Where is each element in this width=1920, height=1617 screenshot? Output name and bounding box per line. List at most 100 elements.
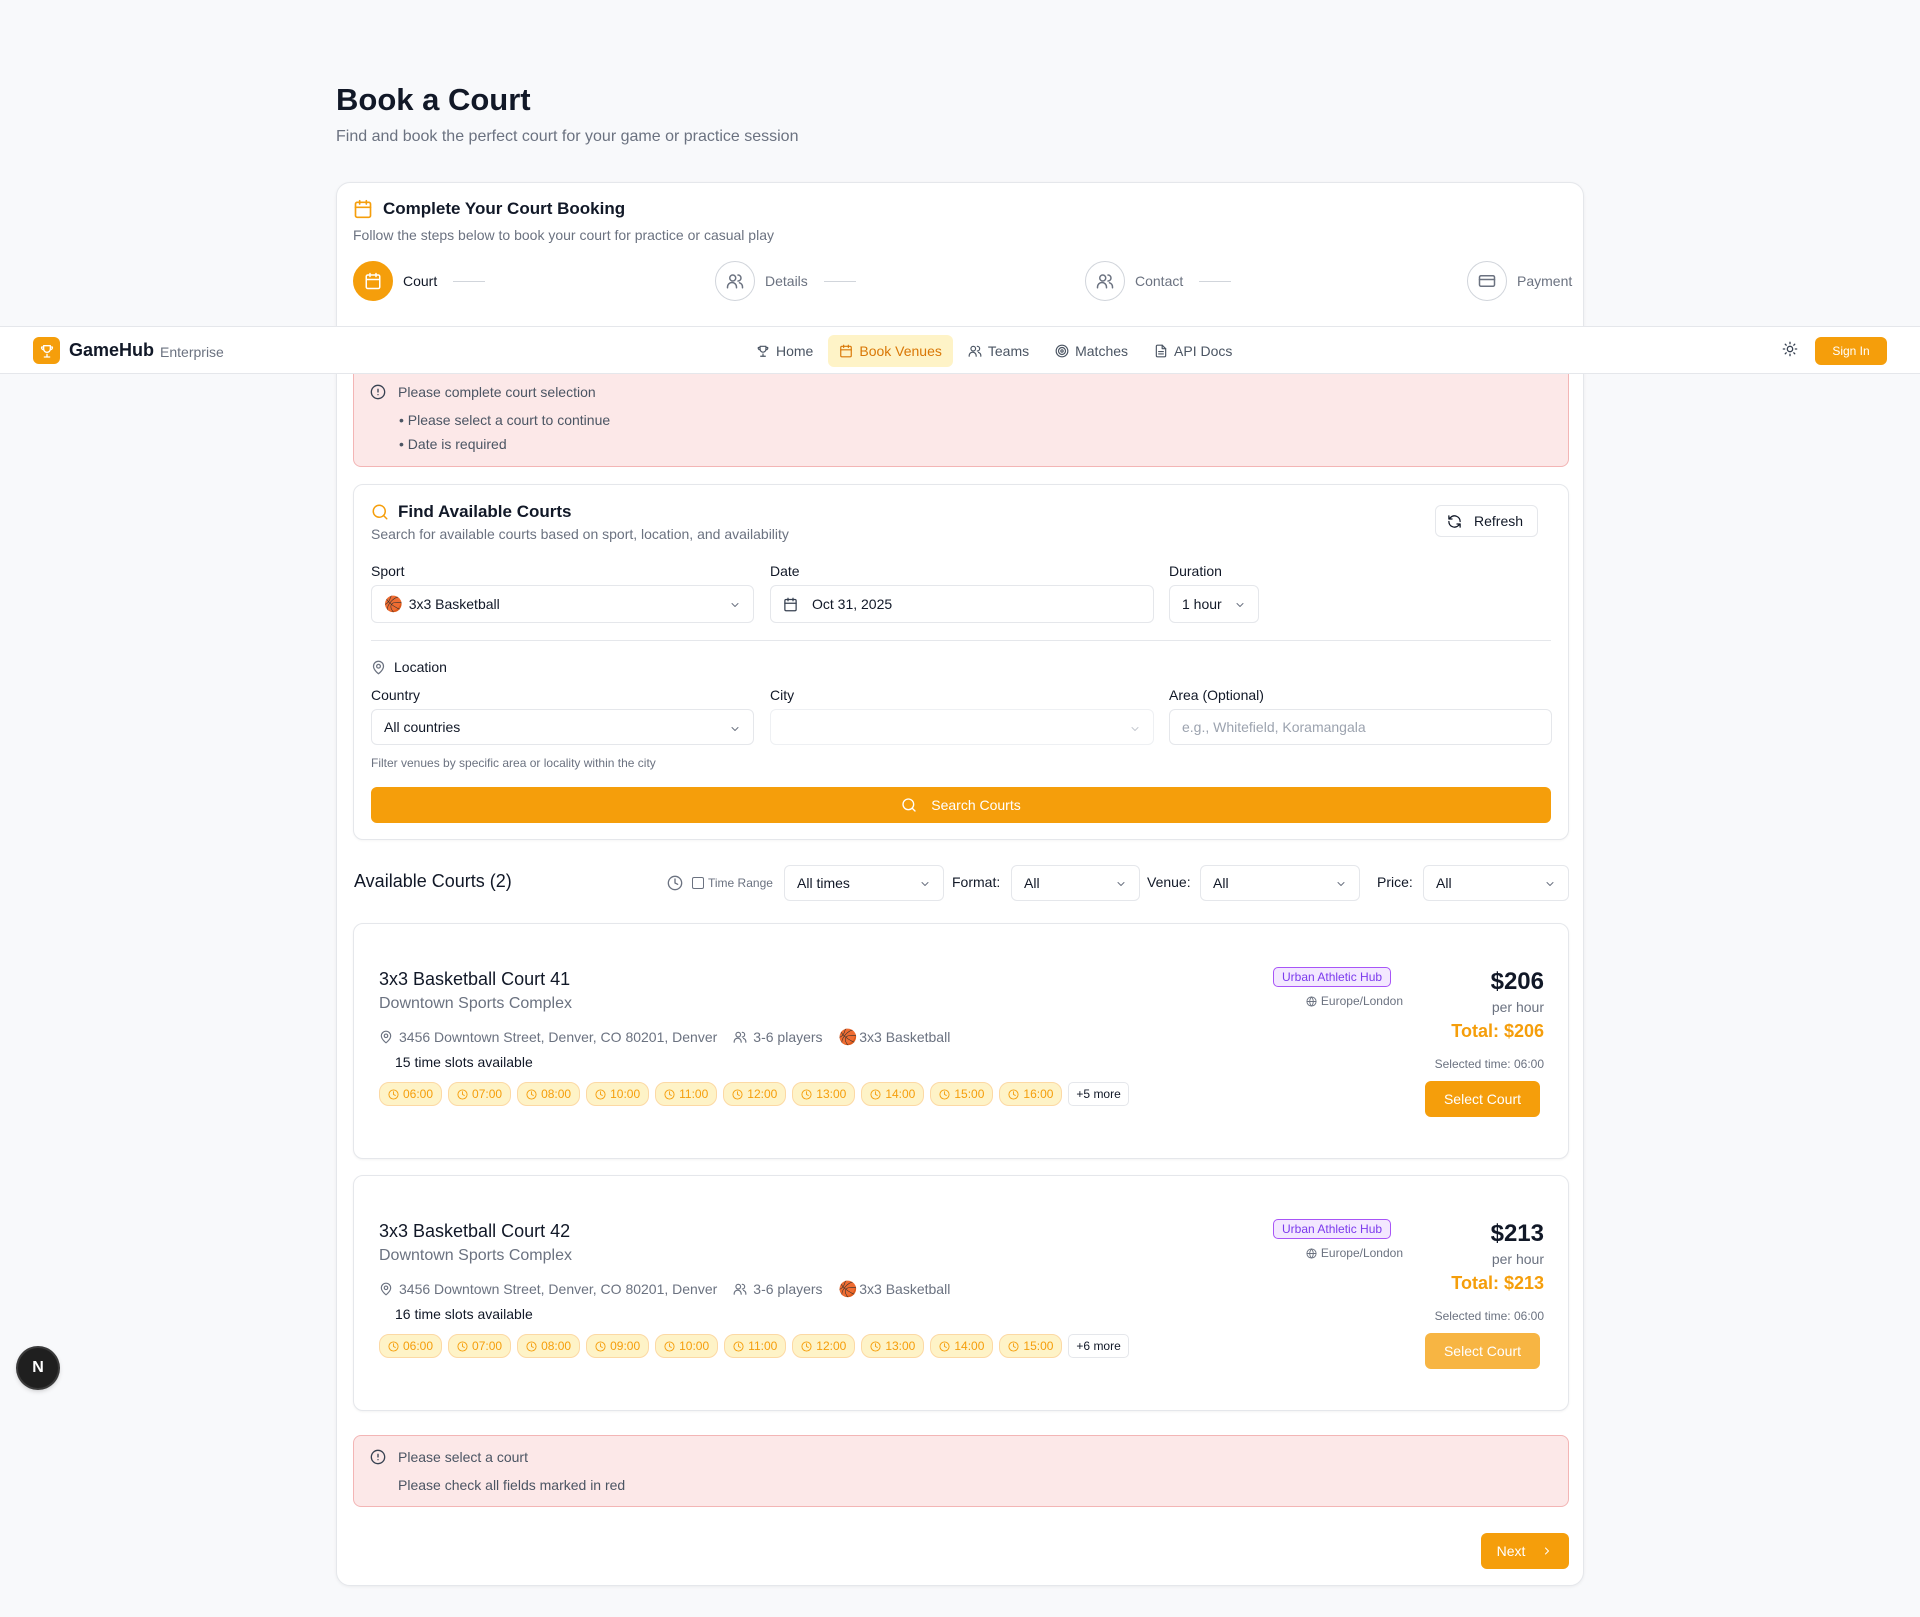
top-navbar: GameHub Enterprise Home Book Venues Team… <box>0 326 1920 374</box>
time-slot[interactable]: 16:00 <box>999 1082 1063 1106</box>
price-select[interactable]: All <box>1423 865 1569 901</box>
slot-time: 12:00 <box>816 1339 847 1353</box>
nav-home[interactable]: Home <box>745 335 824 367</box>
search-icon <box>901 797 917 813</box>
alert-item: • Date is required <box>399 436 507 452</box>
nav-teams[interactable]: Teams <box>957 335 1040 367</box>
court-players: 3-6 players <box>733 1281 823 1297</box>
court-name: 3x3 Basketball Court 41 <box>379 969 571 989</box>
clock-icon <box>801 1340 812 1352</box>
nav-label: Teams <box>987 343 1030 359</box>
step-contact[interactable]: Contact <box>1085 261 1232 301</box>
court-meta: 3456 Downtown Street, Denver, CO 80201, … <box>379 1280 966 1298</box>
next-button[interactable]: Next <box>1481 1533 1569 1569</box>
page-subtitle: Find and book the perfect court for your… <box>336 128 799 145</box>
find-courts-subtitle: Search for available courts based on spo… <box>371 526 789 542</box>
time-slot[interactable]: 11:00 <box>724 1334 787 1358</box>
slots-count: 15 time slots available <box>395 1054 533 1070</box>
time-slot[interactable]: 06:00 <box>379 1082 443 1106</box>
time-slot[interactable]: 09:00 <box>586 1334 650 1358</box>
selected-time: Selected time: 06:00 <box>1434 1309 1544 1323</box>
slot-time: 11:00 <box>679 1087 709 1101</box>
brand[interactable]: GameHub Enterprise <box>33 337 224 364</box>
city-select[interactable] <box>770 709 1154 745</box>
time-slot[interactable]: 07:00 <box>448 1334 512 1358</box>
nav-api-docs[interactable]: API Docs <box>1143 335 1243 367</box>
calendar-icon <box>353 199 373 219</box>
refresh-button[interactable]: Refresh <box>1435 505 1538 537</box>
venue-select[interactable]: All <box>1200 865 1360 901</box>
step-connector <box>453 280 486 282</box>
court-selection-alert: Please complete court selection • Please… <box>353 371 1569 467</box>
sport-select[interactable]: 🏀 3x3 Basketball <box>371 585 754 623</box>
time-slot[interactable]: 12:00 <box>723 1082 787 1106</box>
city-label: City <box>770 687 795 703</box>
clock-icon <box>388 1088 399 1100</box>
step-court[interactable]: Court <box>353 261 486 301</box>
slot-time: 11:00 <box>748 1339 778 1353</box>
more-slots-button[interactable]: +5 more <box>1068 1082 1129 1106</box>
time-range-checkbox[interactable] <box>692 877 704 889</box>
clock-icon <box>526 1088 537 1100</box>
sun-icon[interactable] <box>1782 341 1800 359</box>
court-price: $206 <box>1490 968 1544 995</box>
search-courts-button[interactable]: Search Courts <box>371 787 1551 823</box>
select-court-button[interactable]: Select Court <box>1425 1333 1540 1369</box>
users-icon <box>733 1282 747 1296</box>
time-slot[interactable]: 15:00 <box>999 1334 1063 1358</box>
nav-matches[interactable]: Matches <box>1044 335 1139 367</box>
sport-label: Sport <box>371 563 405 579</box>
time-slot[interactable]: 06:00 <box>379 1334 443 1358</box>
slot-time: 07:00 <box>472 1087 503 1101</box>
dev-tools-badge[interactable]: N <box>18 1348 58 1388</box>
venue-label: Venue: <box>1147 874 1191 890</box>
area-label: Area (Optional) <box>1169 687 1264 703</box>
time-slot[interactable]: 07:00 <box>448 1082 512 1106</box>
find-courts-header: Find Available Courts <box>371 502 572 522</box>
time-slot[interactable]: 13:00 <box>861 1334 925 1358</box>
time-slots: 06:00 07:00 08:00 10:00 11:00 12:00 13:0… <box>379 1082 1129 1106</box>
time-slot[interactable]: 10:00 <box>586 1082 650 1106</box>
time-slot[interactable]: 10:00 <box>655 1334 719 1358</box>
date-value: Oct 31, 2025 <box>812 596 893 612</box>
step-payment[interactable]: Payment <box>1467 261 1572 301</box>
sign-in-button[interactable]: Sign In <box>1815 337 1887 365</box>
select-court-button[interactable]: Select Court <box>1425 1081 1540 1117</box>
time-slot[interactable]: 11:00 <box>655 1082 718 1106</box>
booking-card: Complete Your Court Booking Follow the s… <box>336 182 1584 1586</box>
nav-book-venues[interactable]: Book Venues <box>828 335 953 367</box>
nav-label: Home <box>776 343 814 359</box>
clock-icon <box>595 1088 606 1100</box>
slot-time: 13:00 <box>816 1087 847 1101</box>
time-slot[interactable]: 15:00 <box>930 1082 994 1106</box>
time-slot[interactable]: 14:00 <box>930 1334 994 1358</box>
slot-time: 15:00 <box>954 1087 985 1101</box>
time-slot[interactable]: 08:00 <box>517 1334 581 1358</box>
time-slot[interactable]: 13:00 <box>792 1082 856 1106</box>
time-slot[interactable]: 08:00 <box>517 1082 581 1106</box>
area-input[interactable]: e.g., Whitefield, Koramangala <box>1169 709 1552 745</box>
find-courts-title: Find Available Courts <box>398 502 572 521</box>
more-slots-button[interactable]: +6 more <box>1068 1334 1129 1358</box>
slot-time: 14:00 <box>954 1339 985 1353</box>
duration-select[interactable]: 1 hour <box>1169 585 1259 623</box>
stepper: Court Details Contact Payment <box>353 261 1572 301</box>
step-details[interactable]: Details <box>715 261 856 301</box>
alert-title: Please select a court <box>398 1449 528 1465</box>
per-hour-label: per hour <box>1491 1251 1544 1267</box>
chevron-down-icon <box>1234 599 1246 611</box>
trophy-icon <box>33 337 60 364</box>
clock-icon <box>870 1088 881 1100</box>
court-meta: 3456 Downtown Street, Denver, CO 80201, … <box>379 1028 966 1046</box>
date-picker[interactable]: Oct 31, 2025 <box>770 585 1154 623</box>
format-label: Format: <box>952 874 1001 890</box>
times-select[interactable]: All times <box>784 865 944 901</box>
chevron-down-icon <box>1544 878 1556 890</box>
format-select[interactable]: All <box>1011 865 1140 901</box>
court-sport: 🏀 3x3 Basketball <box>839 1028 951 1046</box>
time-slot[interactable]: 12:00 <box>792 1334 856 1358</box>
date-label: Date <box>770 563 800 579</box>
country-select[interactable]: All countries <box>371 709 754 745</box>
area-placeholder: e.g., Whitefield, Koramangala <box>1182 719 1366 735</box>
time-slot[interactable]: 14:00 <box>861 1082 925 1106</box>
